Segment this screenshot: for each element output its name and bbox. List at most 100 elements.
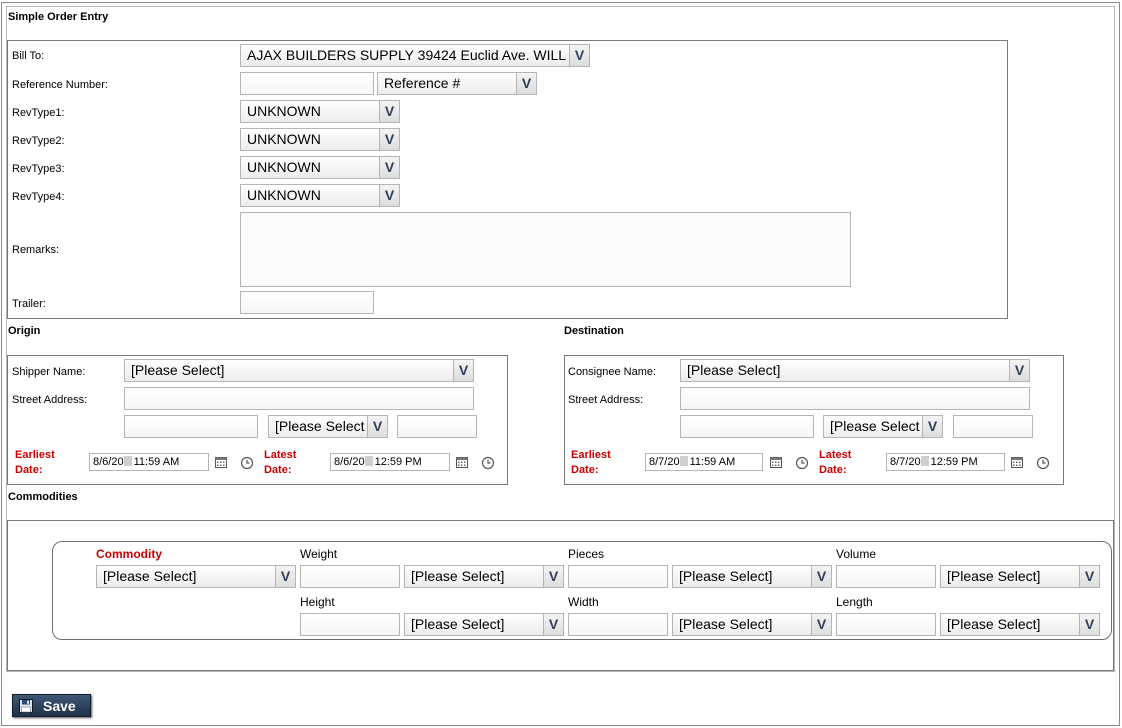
revtype2-label: RevType2: (12, 135, 65, 147)
destination-latest-label-line1: Latest (819, 449, 852, 461)
origin-earliest-date: 8/6/20 (93, 456, 124, 468)
redacted-year (364, 456, 373, 466)
revtype3-label: RevType3: (12, 163, 65, 175)
trailer-input[interactable] (240, 291, 374, 314)
revtype1-label: RevType1: (12, 107, 65, 119)
chevron-down-icon: V (516, 73, 536, 94)
bill-to-select[interactable]: AJAX BUILDERS SUPPLY 39424 Euclid Ave. W… (240, 44, 590, 67)
weight-unit-value: [Please Select] (411, 568, 505, 584)
origin-earliest-time: 11:59 AM (133, 456, 180, 468)
chevron-down-icon: V (1079, 614, 1099, 635)
width-unit-select[interactable]: [Please Select] V (672, 613, 832, 636)
revtype3-value: UNKNOWN (247, 159, 321, 175)
revtype3-select[interactable]: UNKNOWN V (240, 156, 400, 179)
destination-earliest-time: 11:59 AM (689, 456, 736, 468)
destination-earliest-date: 8/7/20 (649, 456, 680, 468)
destination-latest-label: Latest Date: (819, 448, 851, 478)
remarks-textarea[interactable] (240, 212, 851, 287)
chevron-down-icon: V (379, 157, 399, 178)
length-label: Length (836, 595, 873, 609)
calendar-icon[interactable] (769, 455, 783, 469)
reference-type-select[interactable]: Reference # V (377, 72, 537, 95)
shipper-name-label: Shipper Name: (12, 366, 86, 378)
floppy-disk-icon (19, 699, 33, 713)
chevron-down-icon: V (922, 416, 942, 437)
chevron-down-icon: V (1079, 566, 1099, 587)
destination-state-select[interactable]: [Please Select V (823, 415, 943, 438)
commodity-select[interactable]: [Please Select] V (96, 565, 296, 588)
weight-label: Weight (300, 547, 338, 561)
destination-city-input[interactable] (680, 415, 814, 438)
shipper-name-select[interactable]: [Please Select] V (124, 359, 474, 382)
clock-icon[interactable] (481, 456, 495, 470)
origin-latest-label: Latest Date: (264, 448, 296, 478)
origin-earliest-datetime-input[interactable]: 8/6/20 11:59 AM (89, 453, 209, 471)
destination-earliest-label-line1: Earliest (571, 449, 611, 461)
height-unit-select[interactable]: [Please Select] V (404, 613, 564, 636)
redacted-year (123, 456, 132, 466)
remarks-label: Remarks: (12, 244, 60, 256)
destination-zip-input[interactable] (953, 415, 1033, 438)
consignee-name-label: Consignee Name: (568, 366, 657, 378)
length-unit-value: [Please Select] (947, 616, 1041, 632)
length-unit-select[interactable]: [Please Select] V (940, 613, 1100, 636)
destination-latest-datetime-input[interactable]: 8/7/20 12:59 PM (886, 453, 1005, 471)
revtype1-select[interactable]: UNKNOWN V (240, 100, 400, 123)
destination-street-input[interactable] (680, 387, 1030, 410)
volume-input[interactable] (836, 565, 936, 588)
height-label: Height (300, 595, 335, 609)
weight-input[interactable] (300, 565, 400, 588)
commodity-label: Commodity (96, 547, 162, 561)
origin-latest-time: 12:59 PM (374, 456, 422, 468)
calendar-icon[interactable] (1010, 455, 1024, 469)
width-input[interactable] (568, 613, 668, 636)
destination-earliest-label: Earliest Date: (571, 448, 611, 478)
origin-latest-datetime-input[interactable]: 8/6/20 12:59 PM (330, 453, 450, 471)
length-input[interactable] (836, 613, 936, 636)
origin-street-input[interactable] (124, 387, 474, 410)
calendar-icon[interactable] (455, 455, 469, 469)
chevron-down-icon: V (275, 566, 295, 587)
calendar-icon[interactable] (214, 455, 228, 469)
pieces-unit-select[interactable]: [Please Select] V (672, 565, 832, 588)
clock-icon[interactable] (1036, 456, 1050, 470)
revtype1-value: UNKNOWN (247, 103, 321, 119)
chevron-down-icon: V (379, 129, 399, 150)
revtype4-select[interactable]: UNKNOWN V (240, 184, 400, 207)
chevron-down-icon: V (1009, 360, 1029, 381)
origin-zip-input[interactable] (397, 415, 477, 438)
clock-icon[interactable] (795, 456, 809, 470)
height-input[interactable] (300, 613, 400, 636)
volume-unit-select[interactable]: [Please Select] V (940, 565, 1100, 588)
redacted-year (920, 456, 929, 466)
revtype2-select[interactable]: UNKNOWN V (240, 128, 400, 151)
reference-number-input[interactable] (240, 72, 374, 95)
commodity-value: [Please Select] (103, 568, 197, 584)
origin-latest-label-line2: Date: (264, 464, 292, 476)
pieces-unit-value: [Please Select] (679, 568, 773, 584)
clock-icon[interactable] (240, 456, 254, 470)
chevron-down-icon: V (379, 101, 399, 122)
save-button[interactable]: Save (12, 694, 91, 717)
destination-earliest-datetime-input[interactable]: 8/7/20 11:59 AM (645, 453, 763, 471)
origin-earliest-label: Earliest Date: (15, 448, 55, 478)
revtype4-value: UNKNOWN (247, 187, 321, 203)
chevron-down-icon: V (453, 360, 473, 381)
pieces-label: Pieces (568, 547, 605, 561)
origin-city-input[interactable] (124, 415, 258, 438)
pieces-input[interactable] (568, 565, 668, 588)
consignee-name-select[interactable]: [Please Select] V (680, 359, 1030, 382)
chevron-down-icon: V (379, 185, 399, 206)
chevron-down-icon: V (569, 45, 589, 66)
consignee-name-value: [Please Select] (687, 362, 781, 378)
weight-unit-select[interactable]: [Please Select] V (404, 565, 564, 588)
destination-latest-label-line2: Date: (819, 464, 847, 476)
destination-earliest-label-line2: Date: (571, 464, 599, 476)
revtype4-label: RevType4: (12, 191, 65, 203)
commodities-title: Commodities (8, 491, 78, 503)
origin-latest-label-line1: Latest (264, 449, 297, 461)
origin-title: Origin (8, 325, 41, 337)
origin-state-select[interactable]: [Please Select V (268, 415, 388, 438)
trailer-label: Trailer: (12, 298, 46, 310)
width-unit-value: [Please Select] (679, 616, 773, 632)
